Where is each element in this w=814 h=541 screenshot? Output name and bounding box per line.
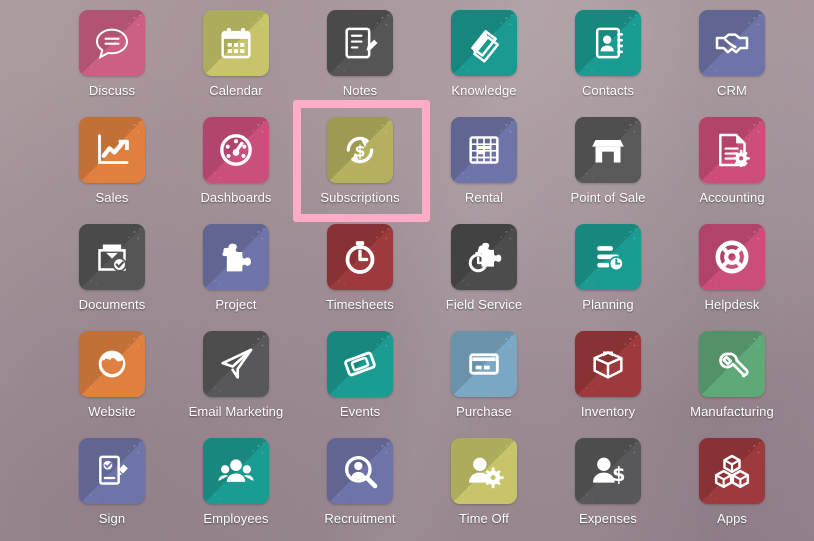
app-tile-discuss[interactable]: Discuss [50, 10, 174, 117]
app-label: CRM [717, 83, 747, 98]
signed-document-icon[interactable] [79, 438, 145, 504]
calendar-icon[interactable] [203, 10, 269, 76]
handshake-icon[interactable] [699, 10, 765, 76]
app-tile-project[interactable]: Project [174, 224, 298, 331]
app-tile-planning[interactable]: Planning [546, 224, 670, 331]
app-tile-field-service[interactable]: Field Service [422, 224, 546, 331]
svg-text:$: $ [354, 141, 365, 160]
app-tile-sign[interactable]: Sign [50, 438, 174, 541]
app-label: Manufacturing [690, 404, 774, 419]
file-tray-check-icon[interactable] [79, 224, 145, 290]
paper-plane-icon[interactable] [203, 331, 269, 397]
app-tile-point-of-sale[interactable]: Point of Sale [546, 117, 670, 224]
app-tile-knowledge[interactable]: Knowledge [422, 10, 546, 117]
app-label: Documents [78, 297, 146, 312]
recurring-dollar-icon[interactable]: $ [327, 117, 393, 183]
gauge-icon[interactable] [203, 117, 269, 183]
app-tile-documents[interactable]: Documents [50, 224, 174, 331]
invoice-gear-icon[interactable] [699, 117, 765, 183]
app-tile-apps[interactable]: Apps [670, 438, 794, 541]
app-label: Website [88, 404, 136, 419]
app-grid: Discuss Calendar Notes Knowledge Contacts CRM… [0, 0, 814, 541]
app-label: Time Off [459, 511, 509, 526]
app-label: Subscriptions [320, 190, 400, 205]
storefront-icon[interactable] [575, 117, 641, 183]
app-tile-manufacturing[interactable]: Manufacturing [670, 331, 794, 438]
globe-icon[interactable] [79, 331, 145, 397]
person-dollar-icon[interactable]: $ [575, 438, 641, 504]
app-tile-sales[interactable]: Sales [50, 117, 174, 224]
app-tile-expenses[interactable]: $ Expenses [546, 438, 670, 541]
app-tile-calendar[interactable]: Calendar [174, 10, 298, 117]
app-label: Discuss [88, 83, 136, 98]
app-label: Notes [342, 83, 378, 98]
app-label: Employees [203, 511, 269, 526]
app-label: Recruitment [324, 511, 396, 526]
app-label: Knowledge [451, 83, 517, 98]
app-tile-timesheets[interactable]: Timesheets [298, 224, 422, 331]
app-tile-recruitment[interactable]: Recruitment [298, 438, 422, 541]
person-gear-icon[interactable] [451, 438, 517, 504]
puzzle-piece-icon[interactable] [203, 224, 269, 290]
book-icon[interactable] [451, 10, 517, 76]
app-label: Calendar [209, 83, 263, 98]
app-tile-inventory[interactable]: Inventory [546, 331, 670, 438]
stopwatch-icon[interactable] [327, 224, 393, 290]
app-label: Helpdesk [704, 297, 760, 312]
grid-table-icon[interactable] [451, 117, 517, 183]
app-tile-website[interactable]: Website [50, 331, 174, 438]
app-label: Sales [95, 190, 129, 205]
desktop-screen: Discuss Calendar Notes Knowledge Contacts CRM… [0, 0, 814, 541]
app-label: Project [215, 297, 257, 312]
people-group-icon[interactable] [203, 438, 269, 504]
credit-card-icon[interactable] [451, 331, 517, 397]
app-tile-helpdesk[interactable]: Helpdesk [670, 224, 794, 331]
address-book-icon[interactable] [575, 10, 641, 76]
app-label: Point of Sale [570, 190, 646, 205]
app-label: Timesheets [326, 297, 394, 312]
note-pencil-icon[interactable] [327, 10, 393, 76]
app-tile-contacts[interactable]: Contacts [546, 10, 670, 117]
app-label: Field Service [445, 297, 523, 312]
app-label: Apps [716, 511, 748, 526]
app-label: Contacts [581, 83, 635, 98]
app-tile-events[interactable]: Events [298, 331, 422, 438]
open-box-icon[interactable] [575, 331, 641, 397]
app-label: Email Marketing [188, 404, 284, 419]
app-tile-accounting[interactable]: Accounting [670, 117, 794, 224]
line-chart-icon[interactable] [79, 117, 145, 183]
app-tile-crm[interactable]: CRM [670, 10, 794, 117]
app-tile-time-off[interactable]: Time Off [422, 438, 546, 541]
app-label: Planning [582, 297, 634, 312]
app-tile-purchase[interactable]: Purchase [422, 331, 546, 438]
app-label: Purchase [456, 404, 512, 419]
life-ring-icon[interactable] [699, 224, 765, 290]
app-label: Dashboards [200, 190, 272, 205]
app-tile-rental[interactable]: Rental [422, 117, 546, 224]
app-label: Sign [98, 511, 126, 526]
app-tile-subscriptions[interactable]: $ Subscriptions [298, 117, 422, 224]
app-label: Accounting [699, 190, 765, 205]
app-label: Rental [464, 190, 504, 205]
app-label: Expenses [579, 511, 637, 526]
app-label: Events [339, 404, 381, 419]
cubes-icon[interactable] [699, 438, 765, 504]
schedule-bars-icon[interactable] [575, 224, 641, 290]
app-tile-dashboards[interactable]: Dashboards [174, 117, 298, 224]
person-search-icon[interactable] [327, 438, 393, 504]
app-tile-employees[interactable]: Employees [174, 438, 298, 541]
app-label: Inventory [580, 404, 636, 419]
app-tile-email-marketing[interactable]: Email Marketing [174, 331, 298, 438]
wrench-icon[interactable] [699, 331, 765, 397]
svg-text:$: $ [612, 463, 625, 486]
puzzle-timer-icon[interactable] [451, 224, 517, 290]
app-tile-notes[interactable]: Notes [298, 10, 422, 117]
ticket-icon[interactable] [327, 331, 393, 397]
chat-bubble-icon[interactable] [79, 10, 145, 76]
